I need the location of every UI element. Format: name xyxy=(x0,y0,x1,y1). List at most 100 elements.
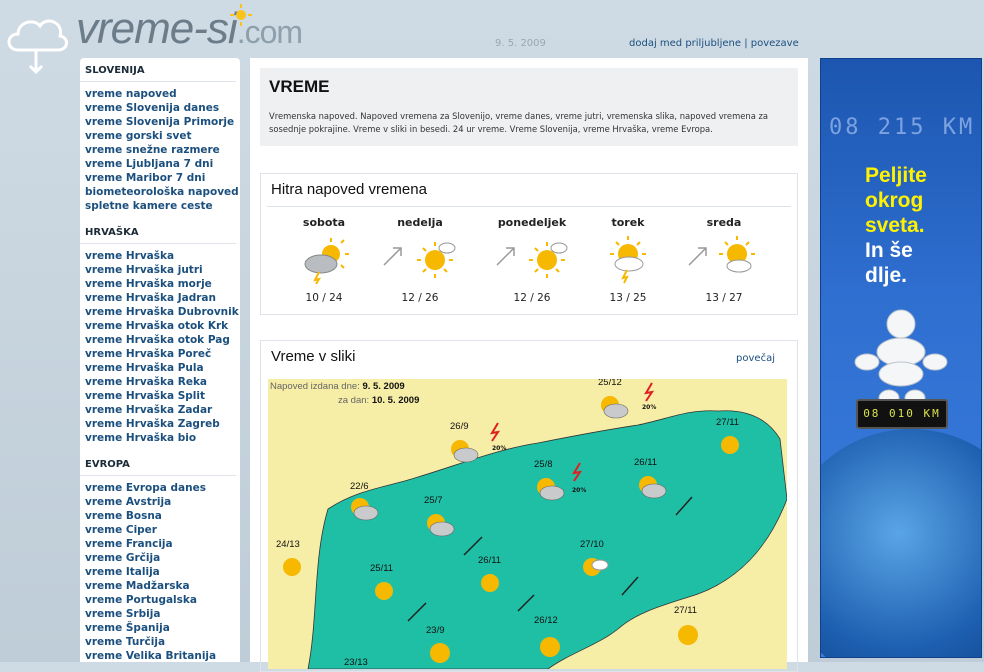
nav-link[interactable]: vreme Maribor 7 dni xyxy=(85,171,240,185)
day-name: sreda xyxy=(706,216,742,229)
sun-cloud-icon xyxy=(417,242,456,278)
sun-cloud-icon xyxy=(529,242,568,278)
quick-forecast-title: Hitra napoved vremena xyxy=(271,181,427,198)
nav-link[interactable]: vreme Hrvaška Jadran xyxy=(85,291,240,305)
nav-link[interactable]: vreme Hrvaška otok Krk xyxy=(85,319,240,333)
nav-link[interactable]: vreme Ciper xyxy=(85,523,240,537)
nav-link[interactable]: vreme Velika Britanija xyxy=(85,649,240,663)
weather-map-box: Vreme v sliki povečaj Napoved izdana dne… xyxy=(260,340,798,672)
ad-slogan: Peljite okrog sveta. In še dlje. xyxy=(865,163,927,288)
ad-slogan-line: In še xyxy=(865,239,913,262)
nav-link[interactable]: vreme Hrvaška Zagreb xyxy=(85,417,240,431)
day-name: sobota xyxy=(302,216,346,229)
day-temperature: 13 / 25 xyxy=(609,292,647,304)
ad-odometer: 08 010 KM xyxy=(856,399,948,429)
section-title-slovenija: SLOVENIJA xyxy=(80,58,236,82)
map-wind-arrows xyxy=(407,496,693,622)
forecast-day: torek 13 / 25 xyxy=(583,216,673,304)
nav-link[interactable]: vreme Portugalska xyxy=(85,593,240,607)
ad-slogan-line: dlje. xyxy=(865,264,908,287)
nav-link[interactable]: vreme Španija xyxy=(85,621,240,635)
nav-link[interactable]: vreme Hrvaška Reka xyxy=(85,375,240,389)
logo-name: vreme-si xyxy=(76,4,238,53)
nav-link[interactable]: vreme Francija xyxy=(85,537,240,551)
day-temperature: 12 / 26 xyxy=(401,292,439,304)
nav-link[interactable]: vreme Evropa danes xyxy=(85,481,240,495)
earth-globe-icon xyxy=(821,429,981,657)
map-sun-cloud-icon xyxy=(601,396,629,419)
header: vreme-si.com 9. 5. 2009 dodaj med prilju… xyxy=(0,0,984,75)
sun-cloud-lightning-icon xyxy=(610,236,646,284)
ad-slogan-line: okrog xyxy=(865,189,924,212)
map-sun-cloud-icon xyxy=(375,582,393,600)
ad-slogan-line: sveta. xyxy=(865,214,925,237)
nav-link[interactable]: vreme Italija xyxy=(85,565,240,579)
map-sun-cloud-icon xyxy=(451,440,479,463)
nav-link[interactable]: vreme Turčija xyxy=(85,635,240,649)
nav-link[interactable]: vreme snežne razmere xyxy=(85,143,240,157)
sidebar: SLOVENIJA vreme napoved vreme Slovenija … xyxy=(80,58,240,662)
map-sun-icon xyxy=(678,625,698,645)
map-sun-icon xyxy=(430,643,450,663)
map-sun-cloud-icon xyxy=(540,637,560,657)
nav-link[interactable]: vreme Hrvaška Pula xyxy=(85,361,240,375)
nav-link[interactable]: vreme Hrvaška xyxy=(85,249,240,263)
nav-link[interactable]: vreme Ljubljana 7 dni xyxy=(85,157,240,171)
section-title-evropa: EVROPA xyxy=(80,452,236,476)
nav-link[interactable]: biometeorološka napoved xyxy=(85,185,240,199)
main-content: VREME Vremenska napoved. Napoved vremena… xyxy=(250,58,808,672)
weather-map[interactable]: Napoved izdana dne: 9. 5. 2009 za dan: 1… xyxy=(268,379,787,669)
map-sun-cloud-icon xyxy=(283,558,301,576)
nav-list-hrvaska: vreme Hrvaška vreme Hrvaška jutri vreme … xyxy=(80,249,240,445)
nav-link[interactable]: vreme Hrvaška otok Pag xyxy=(85,333,240,347)
current-date: 9. 5. 2009 xyxy=(495,38,546,49)
nav-link[interactable]: vreme Hrvaška Split xyxy=(85,389,240,403)
day-name: nedelja xyxy=(397,216,443,229)
sun-logo-icon xyxy=(230,4,252,26)
day-temperature: 13 / 27 xyxy=(705,292,743,304)
weather-map-title: Vreme v sliki xyxy=(271,348,356,365)
add-favorites-link[interactable]: dodaj med priljubljene xyxy=(629,38,741,49)
map-sun-cloud-icon xyxy=(639,476,667,499)
mascot-icon xyxy=(854,309,948,407)
nav-link[interactable]: vreme Avstrija xyxy=(85,495,240,509)
map-sun-cloud-icon xyxy=(583,558,609,576)
nav-link[interactable]: vreme Slovenija Primorje xyxy=(85,115,240,129)
intro-box: VREME Vremenska napoved. Napoved vremena… xyxy=(260,68,798,146)
nav-link[interactable]: vreme Hrvaška Zadar xyxy=(85,403,240,417)
cloud-logo-icon[interactable] xyxy=(4,4,68,76)
day-name: ponedeljek xyxy=(497,216,567,229)
nav-link[interactable]: vreme gorski svet xyxy=(85,129,240,143)
site-logo[interactable]: vreme-si.com xyxy=(76,2,303,59)
nav-link[interactable]: vreme Grčija xyxy=(85,551,240,565)
nav-link[interactable]: vreme Hrvaška Poreč xyxy=(85,347,240,361)
map-sun-cloud-icon xyxy=(537,478,565,501)
day-name: torek xyxy=(611,216,645,229)
section-title-hrvaska: HRVAŠKA xyxy=(80,220,236,244)
nav-link[interactable]: vreme Hrvaška jutri xyxy=(85,263,240,277)
link-separator: | xyxy=(744,38,748,49)
forecast-day: sobota 10 / 24 xyxy=(279,216,369,304)
nav-link[interactable]: vreme Hrvaška bio xyxy=(85,431,240,445)
forecast-day: nedelja 12 / 26 xyxy=(375,216,465,304)
map-sun-icon xyxy=(721,436,739,454)
nav-link[interactable]: vreme Bosna xyxy=(85,509,240,523)
lightning-icon xyxy=(644,382,655,402)
nav-link[interactable]: vreme Hrvaška morje xyxy=(85,277,240,291)
nav-link[interactable]: vreme Srbija xyxy=(85,607,240,621)
nav-link[interactable]: vreme Slovenija danes xyxy=(85,101,240,115)
links-link[interactable]: povezave xyxy=(751,38,799,49)
nav-list-slovenija: vreme napoved vreme Slovenija danes vrem… xyxy=(80,87,240,213)
nav-list-evropa: vreme Evropa danes vreme Avstrija vreme … xyxy=(80,481,240,663)
forecast-day: sreda 13 / 27 xyxy=(679,216,769,304)
nav-link[interactable]: vreme napoved xyxy=(85,87,240,101)
nav-link[interactable]: spletne kamere ceste xyxy=(85,199,240,213)
map-sun-cloud-icon xyxy=(481,574,499,592)
advertisement-banner[interactable]: 08 215 KM Peljite okrog sveta. In še dlj… xyxy=(820,58,982,658)
divider xyxy=(267,206,791,207)
page-title: VREME xyxy=(269,77,330,96)
enlarge-map-link[interactable]: povečaj xyxy=(736,353,775,364)
map-sun-cloud-icon xyxy=(427,514,455,537)
nav-link[interactable]: vreme Madžarska xyxy=(85,579,240,593)
nav-link[interactable]: vreme Hrvaška Dubrovnik xyxy=(85,305,240,319)
